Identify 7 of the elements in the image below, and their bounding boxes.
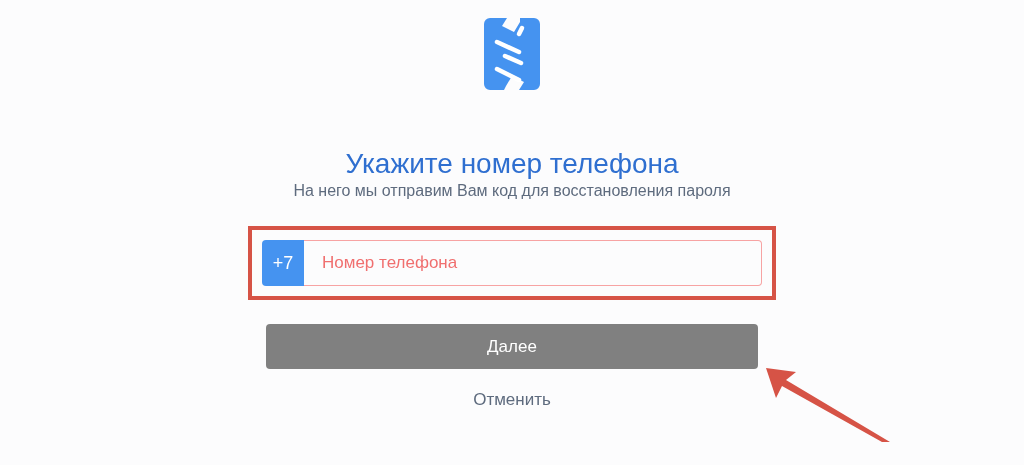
logo-icon [484,18,540,90]
heading: Укажите номер телефона [345,148,679,180]
subheading: На него мы отправим Вам код для восстановления пароля [293,181,731,201]
country-code: +7 [262,240,304,286]
arrow-icon [766,368,890,442]
cancel-link[interactable]: Отменить [473,390,551,410]
phone-field[interactable]: Номер телефона [304,240,762,286]
